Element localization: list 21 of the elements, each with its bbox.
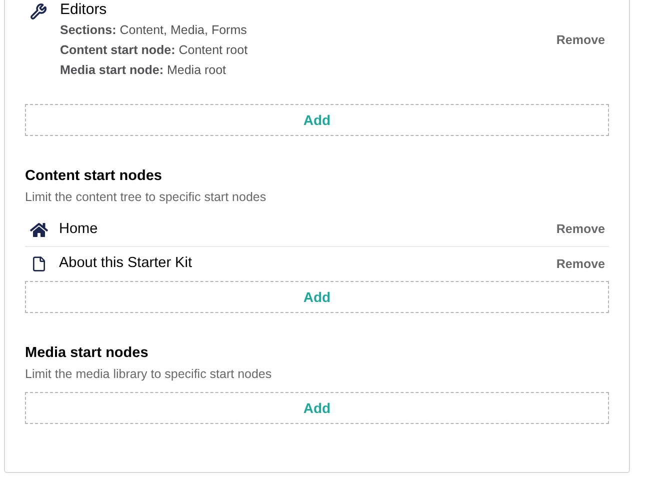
node-row[interactable]: About this Starter Kit Remove (25, 247, 609, 281)
add-button[interactable]: Add (25, 392, 609, 424)
section-title: Media start nodes (25, 344, 150, 363)
home-icon (30, 220, 48, 238)
section-title: Content start nodes (25, 167, 163, 186)
add-button[interactable]: Add (25, 104, 609, 136)
section-description: Limit the media library to specific start nodes (25, 366, 273, 383)
wrench-icon (30, 3, 47, 20)
section-description: Limit the content tree to specific start nodes (25, 189, 268, 206)
node-row[interactable]: Home Remove (25, 213, 609, 247)
node-name: About this Starter Kit (59, 254, 193, 274)
node-name: Home (59, 220, 99, 239)
group-detail: Content start node: Content root (60, 42, 249, 59)
add-button[interactable]: Add (25, 281, 609, 313)
group-detail: Sections: Content, Media, Forms (60, 22, 248, 39)
remove-button[interactable]: Remove (556, 220, 605, 239)
remove-button[interactable]: Remove (556, 31, 605, 50)
group-name: Editors (60, 0, 108, 20)
document-icon (31, 256, 47, 272)
remove-button[interactable]: Remove (556, 254, 605, 274)
group-detail: Media start node: Media root (60, 62, 228, 79)
